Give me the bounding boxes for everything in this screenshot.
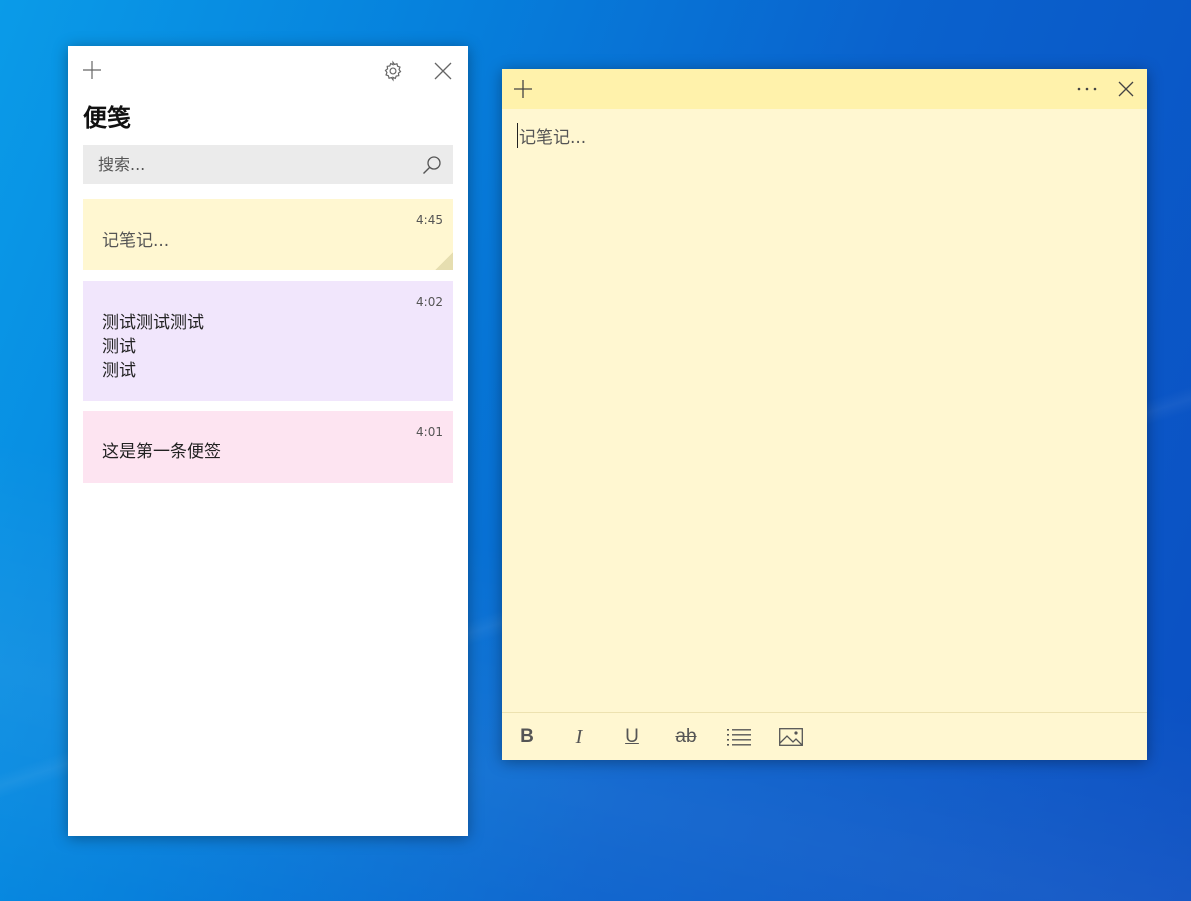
bulleted-list-icon [727,729,751,746]
search-box [83,145,453,184]
search-icon [423,156,441,174]
close-icon [1118,81,1134,97]
close-button[interactable] [430,58,456,84]
gear-icon [384,60,402,82]
note-time: 4:45 [416,213,443,227]
format-toolbar: B I U ab [502,712,1147,760]
underline-icon: U [625,726,639,747]
bulleted-list-button[interactable] [719,713,759,761]
close-icon [434,62,452,80]
note-editor-window: 记笔记... B I U ab [502,69,1147,760]
insert-image-button[interactable] [771,713,811,761]
new-note-button[interactable] [511,77,535,101]
close-button[interactable] [1113,77,1139,101]
note-header [502,69,1147,109]
bold-button[interactable]: B [507,713,547,761]
note-preview: 记笔记... [102,231,170,251]
note-preview: 这是第一条便签 [102,442,221,462]
plus-icon [83,61,101,79]
italic-button[interactable]: I [559,713,599,761]
image-icon [779,728,803,746]
page-fold-icon [435,252,453,270]
strikethrough-button[interactable]: ab [666,713,706,761]
note-card[interactable]: 4:02 测试测试测试 测试 测试 [83,281,453,401]
settings-button[interactable] [380,58,406,84]
note-preview: 测试测试测试 测试 测试 [102,313,204,381]
underline-button[interactable]: U [612,713,652,761]
search-button[interactable] [419,152,445,178]
search-input[interactable] [83,145,413,184]
bold-icon: B [520,726,534,747]
note-time: 4:02 [416,295,443,309]
strikethrough-icon: ab [675,726,697,747]
note-content-input[interactable]: 记笔记... [517,123,586,148]
page-title: 便笺 [83,104,131,132]
new-note-button[interactable] [80,58,104,82]
menu-button[interactable] [1072,77,1102,101]
plus-icon [514,80,532,98]
more-icon [1077,87,1097,91]
italic-icon: I [575,725,583,748]
note-card[interactable]: 4:45 记笔记... [83,199,453,270]
note-card[interactable]: 4:01 这是第一条便签 [83,411,453,483]
note-time: 4:01 [416,425,443,439]
notes-list-window: 便笺 4:45 记笔记... 4:02 测试测试测试 测试 测试 4:01 这是… [68,46,468,836]
